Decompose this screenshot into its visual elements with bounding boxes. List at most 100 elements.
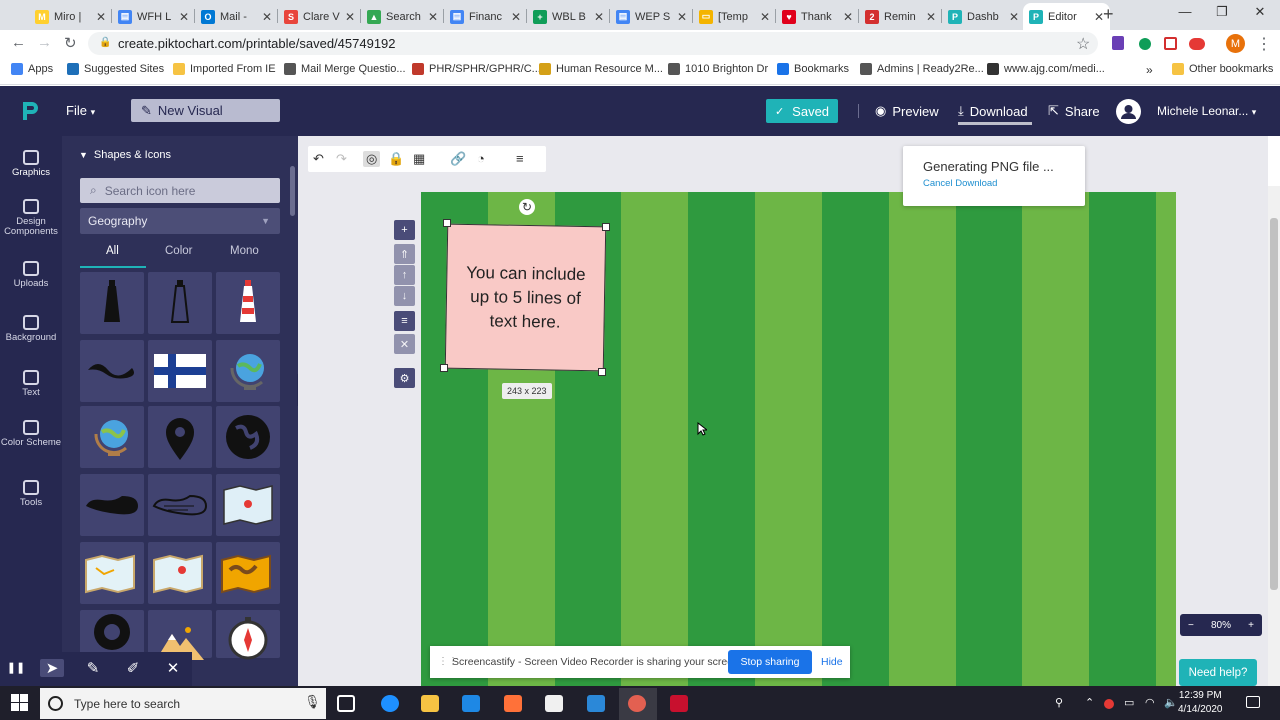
transparency-icon[interactable]: ▦ bbox=[413, 151, 425, 167]
tray-app-icon[interactable] bbox=[1104, 699, 1114, 709]
user-menu[interactable]: Michele Leonar... ▾ bbox=[1157, 104, 1256, 118]
close-tab-icon[interactable]: ✕ bbox=[677, 10, 687, 24]
zoom-level[interactable]: 80% bbox=[1211, 620, 1231, 631]
need-help-button[interactable]: Need help? bbox=[1179, 659, 1257, 686]
mcafee-icon[interactable] bbox=[670, 695, 688, 712]
close-tab-icon[interactable]: ✕ bbox=[179, 10, 189, 24]
browser-tab[interactable]: P Dashb ✕ bbox=[942, 3, 1025, 30]
download-button[interactable]: ⤓ Download bbox=[958, 103, 1028, 119]
browser-tab[interactable]: 2 Remin ✕ bbox=[859, 3, 942, 30]
browser-tab[interactable]: + WBL B ✕ bbox=[527, 3, 610, 30]
fill-icon[interactable]: ◔ bbox=[477, 151, 485, 166]
mask-icon[interactable]: ◎ bbox=[363, 151, 381, 167]
close-tab-icon[interactable]: ✕ bbox=[843, 10, 853, 24]
new-visual-button[interactable]: ✎ New Visual bbox=[131, 99, 280, 122]
rail-item-color-scheme[interactable]: Color Scheme bbox=[0, 420, 62, 448]
close-tab-icon[interactable]: ✕ bbox=[428, 10, 438, 24]
pen-tool-icon[interactable]: ✎ bbox=[81, 659, 105, 677]
settings-icon[interactable]: ⚙ bbox=[394, 368, 415, 388]
filter-tab-mono[interactable]: Mono bbox=[230, 245, 259, 257]
more-bookmarks-icon[interactable]: » bbox=[1146, 63, 1153, 77]
url-text[interactable]: create.piktochart.com/printable/saved/45… bbox=[118, 36, 396, 51]
highlighter-tool-icon[interactable]: ✐ bbox=[121, 659, 145, 677]
bookmark-item[interactable]: Imported From IE bbox=[173, 63, 276, 75]
rail-item-background[interactable]: Background bbox=[0, 315, 62, 343]
bookmark-item[interactable]: PHR/SPHR/GPHR/C... bbox=[412, 63, 541, 75]
taskbar-search-input[interactable]: Type here to search bbox=[40, 688, 326, 719]
layers-icon[interactable]: ≡ bbox=[394, 311, 415, 331]
align-icon[interactable]: ≡ bbox=[516, 151, 524, 166]
task-view-icon[interactable] bbox=[337, 695, 355, 712]
note-text[interactable]: You can include up to 5 lines of text he… bbox=[456, 260, 594, 334]
bookmark-item[interactable]: 1010 Brighton Dr bbox=[668, 63, 768, 75]
browser-tab[interactable]: O Mail - ✕ bbox=[195, 3, 278, 30]
notifications-icon[interactable] bbox=[1246, 696, 1260, 708]
browser-tab[interactable]: M Miro | ✕ bbox=[29, 3, 112, 30]
compass-icon[interactable] bbox=[216, 610, 280, 660]
bookmark-item[interactable]: Human Resource M... bbox=[539, 63, 663, 75]
finland-flag-icon[interactable] bbox=[148, 340, 212, 402]
link-icon[interactable]: 🔗 bbox=[450, 151, 466, 167]
store-icon[interactable] bbox=[545, 695, 563, 712]
bookmark-item[interactable]: Suggested Sites bbox=[67, 63, 164, 75]
filter-tab-all[interactable]: All bbox=[106, 245, 119, 257]
close-tab-icon[interactable]: ✕ bbox=[760, 10, 770, 24]
close-tab-icon[interactable]: ✕ bbox=[511, 10, 521, 24]
redo-icon[interactable]: ↷ bbox=[336, 151, 347, 167]
windows-start-icon[interactable] bbox=[11, 694, 28, 711]
saved-button[interactable]: ✓ Saved bbox=[766, 99, 838, 123]
resize-handle[interactable] bbox=[440, 364, 448, 372]
minimize-button[interactable]: — bbox=[1165, 4, 1205, 19]
category-select[interactable]: Geography ▼ bbox=[80, 208, 280, 234]
browser-tab[interactable]: ▭ [Temp ✕ bbox=[693, 3, 776, 30]
profile-avatar[interactable]: M bbox=[1226, 34, 1245, 53]
lighthouse-outline-icon[interactable] bbox=[148, 272, 212, 334]
file-explorer-icon[interactable] bbox=[421, 695, 439, 712]
treasure-map-icon[interactable] bbox=[216, 542, 280, 604]
resize-handle[interactable] bbox=[602, 223, 610, 231]
delete-icon[interactable]: ✕ bbox=[394, 334, 415, 354]
microphone-icon[interactable]: 🎙 bbox=[304, 694, 321, 710]
panel-scrollbar[interactable] bbox=[290, 166, 295, 216]
stop-sharing-button[interactable]: Stop sharing bbox=[728, 650, 812, 674]
lync-icon[interactable] bbox=[462, 695, 480, 712]
globe-color-icon[interactable] bbox=[80, 406, 144, 468]
preview-button[interactable]: ◉ Preview bbox=[875, 103, 939, 119]
show-hidden-icons[interactable]: ⌃ bbox=[1085, 696, 1094, 709]
panel-title[interactable]: ▼ Shapes & Icons bbox=[79, 149, 171, 161]
rail-item-uploads[interactable]: Uploads bbox=[0, 261, 62, 289]
resize-handle[interactable] bbox=[443, 219, 451, 227]
add-element-icon[interactable]: + bbox=[394, 220, 415, 240]
bookmark-item[interactable]: Apps bbox=[11, 63, 53, 75]
edge-icon[interactable] bbox=[381, 695, 399, 712]
close-tab-icon[interactable]: ✕ bbox=[1009, 10, 1019, 24]
lake-black-icon[interactable] bbox=[80, 474, 144, 536]
bookmark-item[interactable]: Bookmarks bbox=[777, 63, 849, 75]
zoom-in-button[interactable]: + bbox=[1248, 620, 1254, 631]
text-note-box[interactable]: You can include up to 5 lines of text he… bbox=[444, 223, 607, 372]
bookmark-item[interactable]: Admins | Ready2Re... bbox=[860, 63, 984, 75]
battery-icon[interactable]: ▭ bbox=[1124, 696, 1134, 709]
globe-stand-icon[interactable] bbox=[216, 340, 280, 402]
close-window-button[interactable]: ✕ bbox=[1240, 4, 1280, 20]
extension-icon[interactable] bbox=[1139, 38, 1151, 50]
file-menu[interactable]: File ▾ bbox=[66, 103, 95, 118]
bookmark-item[interactable]: Mail Merge Questio... bbox=[284, 63, 406, 75]
wifi-icon[interactable]: ◠ bbox=[1145, 696, 1155, 709]
menu-icon[interactable]: ⋮ bbox=[1256, 34, 1272, 54]
mail-icon[interactable] bbox=[587, 695, 605, 712]
lock-icon[interactable]: 🔒 bbox=[388, 151, 404, 167]
rail-item-text[interactable]: Text bbox=[0, 370, 62, 398]
send-backward-icon[interactable]: ↓ bbox=[394, 286, 415, 306]
undo-icon[interactable]: ↶ bbox=[313, 151, 324, 167]
back-icon[interactable]: ← bbox=[11, 34, 26, 51]
browser-tab[interactable]: P Editor ✕ bbox=[1023, 3, 1110, 30]
icon-search-input[interactable]: ⌕ Search icon here bbox=[80, 178, 280, 203]
share-button[interactable]: ⇱ Share bbox=[1048, 103, 1100, 119]
volume-icon[interactable]: 🔈 bbox=[1164, 696, 1178, 709]
islands-icon[interactable] bbox=[80, 340, 144, 402]
firefox-icon[interactable] bbox=[504, 695, 522, 712]
new-tab-button[interactable]: + bbox=[1103, 4, 1114, 25]
browser-tab[interactable]: ▲ Search ✕ bbox=[361, 3, 444, 30]
bring-forward-icon[interactable]: ↑ bbox=[394, 265, 415, 285]
